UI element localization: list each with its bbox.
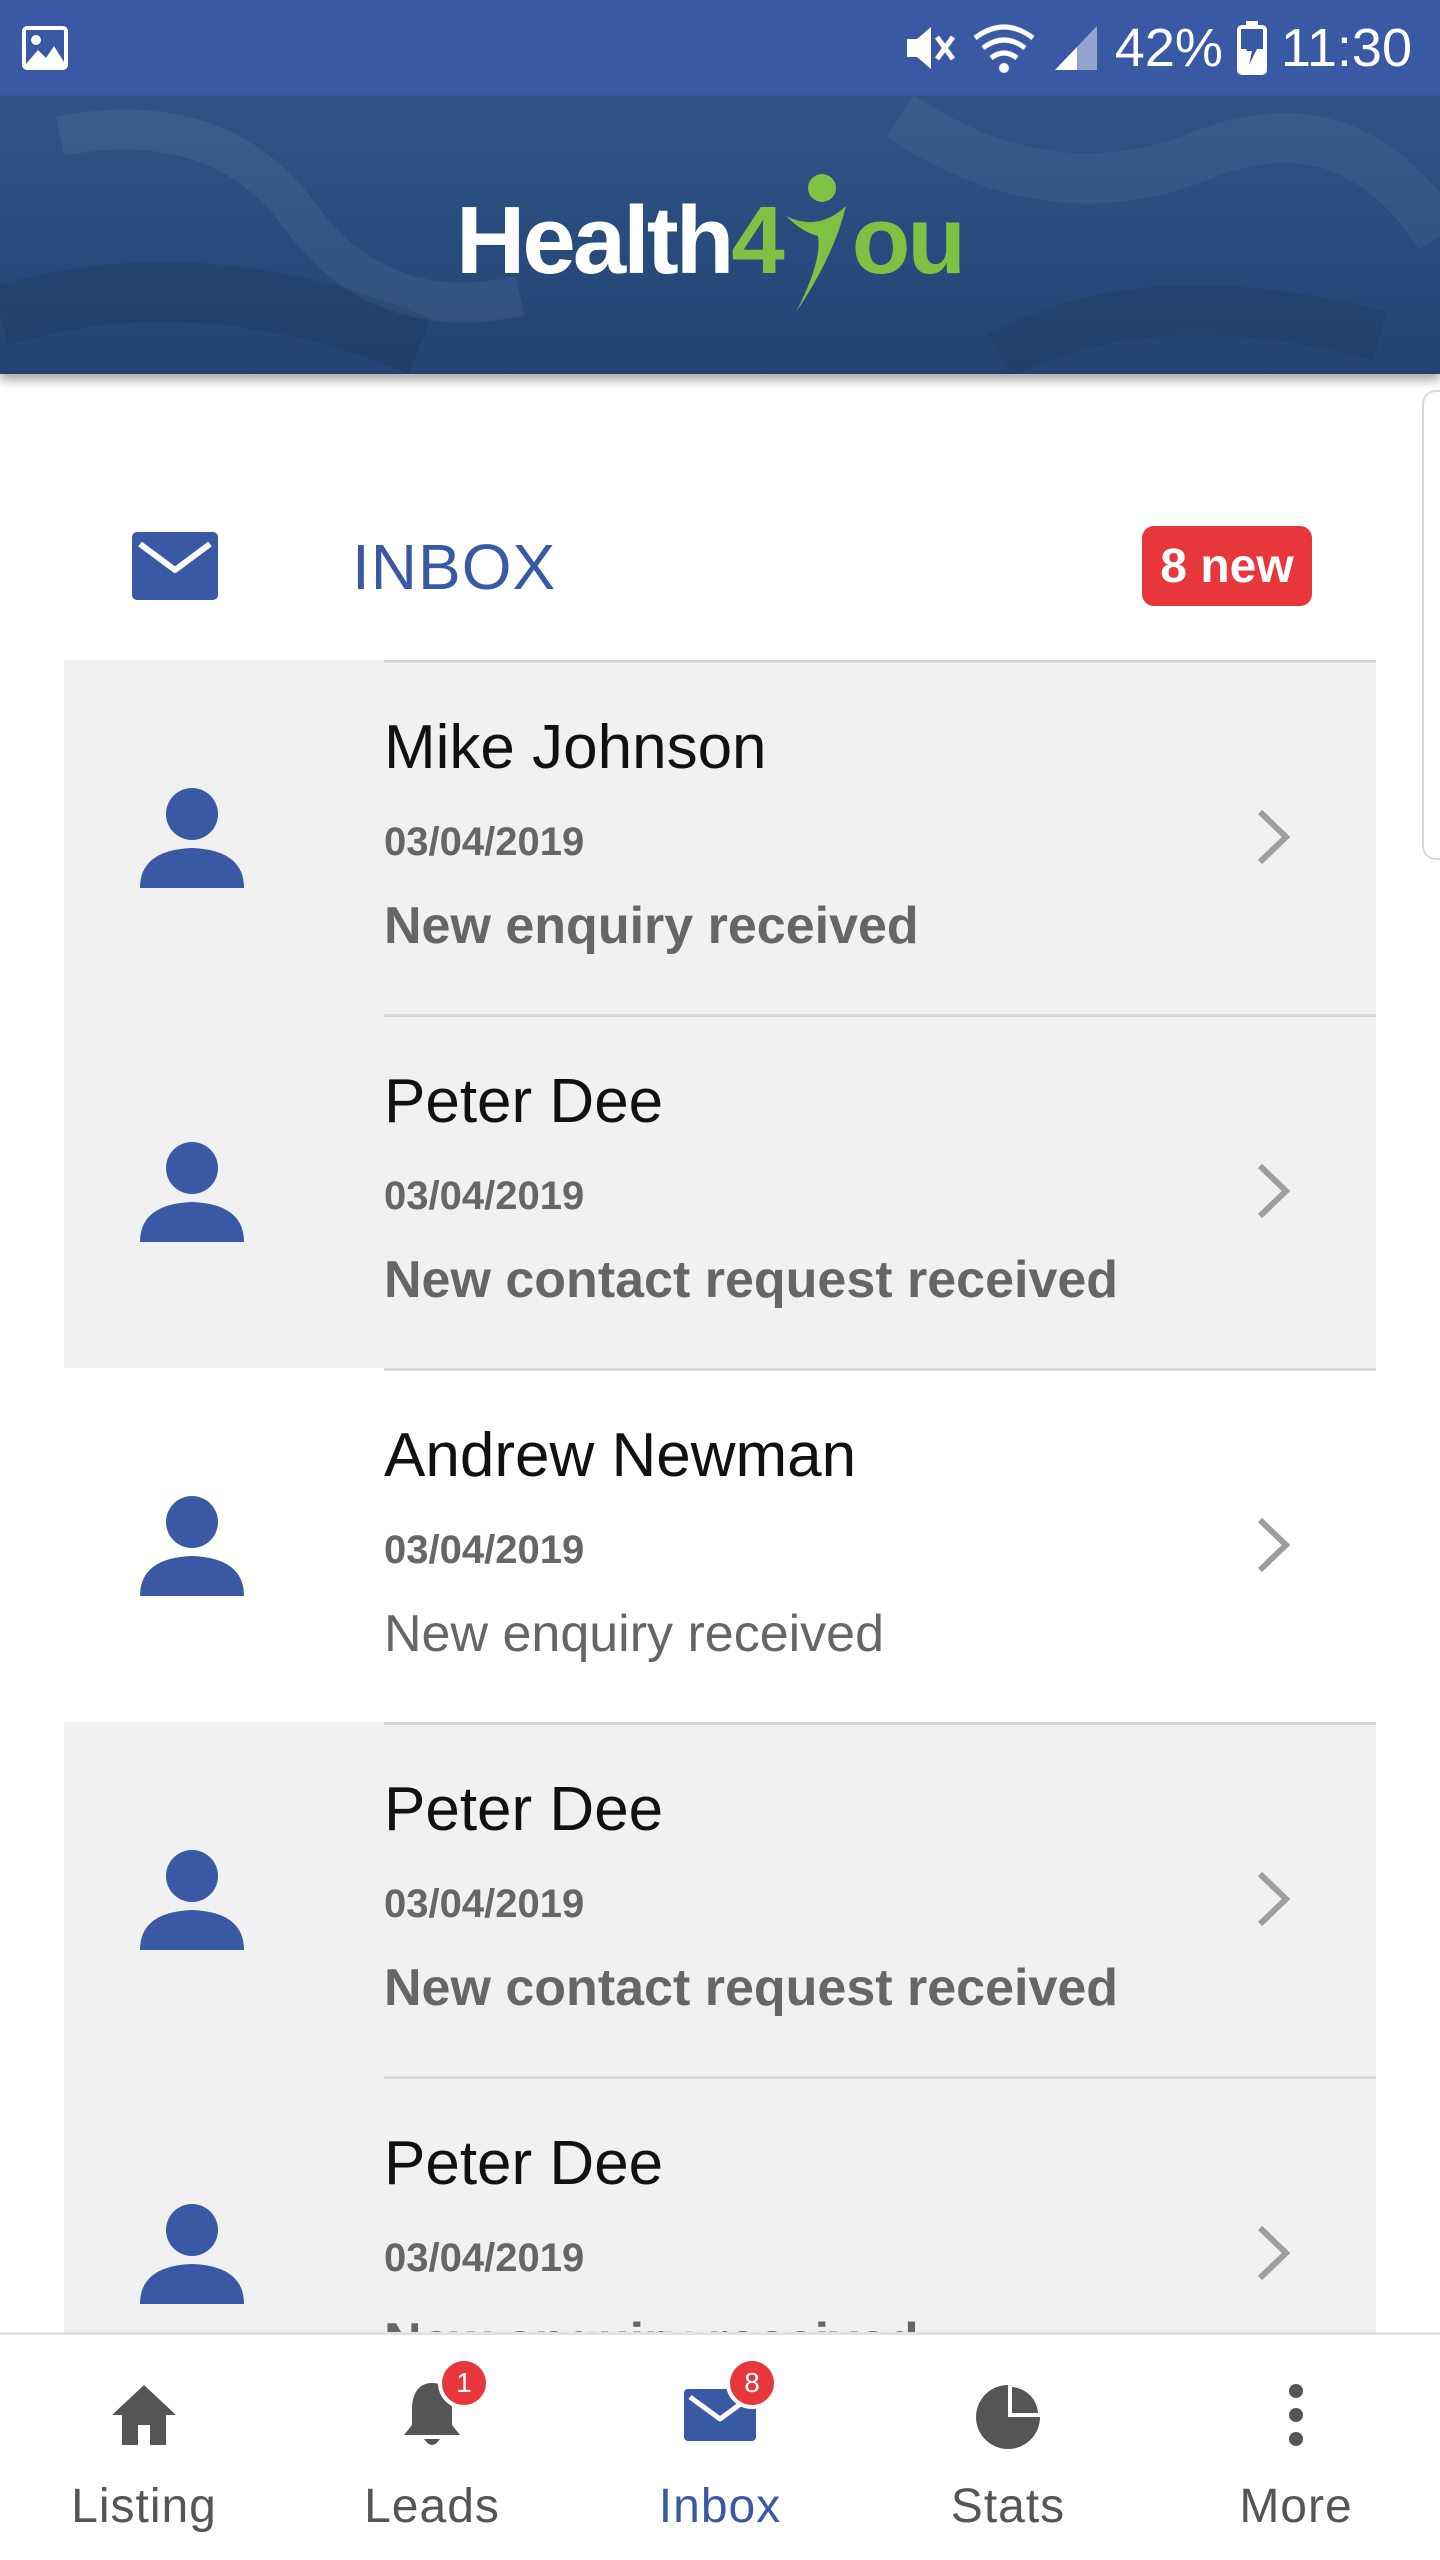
sender-name: Peter Dee (384, 2129, 664, 2198)
message-list: Mike Johnson 03/04/2019 New enquiry rece… (64, 660, 1376, 2430)
message-date: 03/04/2019 (384, 1174, 585, 1218)
person-icon (140, 2204, 244, 2304)
battery-charging-icon (1236, 21, 1267, 75)
logo-text: Health (456, 187, 734, 294)
wifi-icon (973, 24, 1035, 73)
chevron-right-icon (1257, 1517, 1291, 1573)
person-icon (140, 1850, 244, 1950)
sender-name: Mike Johnson (384, 713, 767, 782)
divider (384, 660, 1376, 663)
app-logo: Health 4 ou (456, 166, 966, 316)
message-date: 03/04/2019 (384, 820, 585, 864)
clock: 11:30 (1280, 18, 1412, 78)
bottom-navigation: Listing 1 Leads 8 Inbox Stats More (0, 2332, 1440, 2560)
status-icons: 42% 11:30 (901, 16, 1412, 80)
person-icon (140, 1496, 244, 1596)
message-row[interactable]: Peter Dee 03/04/2019 New contact request… (64, 1014, 1376, 1368)
nav-item-more[interactable]: More (1152, 2335, 1440, 2560)
nav-label: Leads (364, 2480, 500, 2533)
logo-figure-icon (785, 174, 846, 312)
message-preview: New enquiry received (384, 1605, 885, 1663)
nav-label: Stats (950, 2480, 1066, 2533)
message-row[interactable]: Mike Johnson 03/04/2019 New enquiry rece… (64, 660, 1376, 1014)
chevron-right-icon (1257, 2225, 1291, 2281)
divider (384, 1722, 1376, 1725)
message-preview: New contact request received (384, 1251, 1119, 1309)
message-row[interactable]: Peter Dee 03/04/2019 New contact request… (64, 1722, 1376, 2076)
nav-item-stats[interactable]: Stats (864, 2335, 1152, 2560)
divider (384, 2076, 1376, 2079)
logo-text-suffix: ou (851, 187, 966, 294)
battery-percent: 42% (1114, 18, 1223, 78)
nav-label: Listing (71, 2480, 217, 2533)
chevron-right-icon (1257, 1871, 1291, 1927)
nav-item-listing[interactable]: Listing (0, 2335, 288, 2560)
nav-label: Inbox (658, 2480, 782, 2533)
nav-item-leads[interactable]: 1 Leads (288, 2335, 576, 2560)
nav-label: More (1239, 2480, 1353, 2533)
message-preview: New contact request received (384, 1959, 1119, 2017)
person-icon (140, 1142, 244, 1242)
notification-badge: 8 (726, 2357, 778, 2409)
divider (384, 1368, 1376, 1371)
message-date: 03/04/2019 (384, 1528, 585, 1572)
page-title: INBOX (352, 531, 557, 603)
mail-icon (132, 532, 218, 600)
person-icon (140, 788, 244, 888)
sender-name: Peter Dee (384, 1775, 664, 1844)
more-vertical-icon (1289, 2384, 1303, 2446)
divider (384, 1014, 1376, 1017)
gallery-notification-icon (22, 26, 68, 70)
logo-number: 4 (731, 187, 784, 294)
inbox-header: INBOX 8 new (0, 500, 1440, 640)
notification-badge: 1 (438, 2357, 490, 2409)
sender-name: Peter Dee (384, 1067, 664, 1136)
home-icon (112, 2385, 176, 2445)
pie-chart-icon (976, 2385, 1040, 2449)
status-bar: 42% 11:30 (0, 0, 1440, 96)
message-date: 03/04/2019 (384, 2236, 585, 2280)
new-count-badge: 8 new (1142, 526, 1312, 606)
chevron-right-icon (1257, 1163, 1291, 1219)
mute-icon (906, 27, 955, 69)
sender-name: Andrew Newman (384, 1421, 857, 1490)
message-date: 03/04/2019 (384, 1882, 585, 1926)
message-row[interactable]: Andrew Newman 03/04/2019 New enquiry rec… (64, 1368, 1376, 1722)
signal-icon (1054, 26, 1097, 70)
header-banner: Health 4 ou (0, 96, 1440, 374)
nav-item-inbox[interactable]: 8 Inbox (576, 2335, 864, 2560)
message-preview: New enquiry received (384, 897, 919, 955)
chevron-right-icon (1257, 809, 1291, 865)
